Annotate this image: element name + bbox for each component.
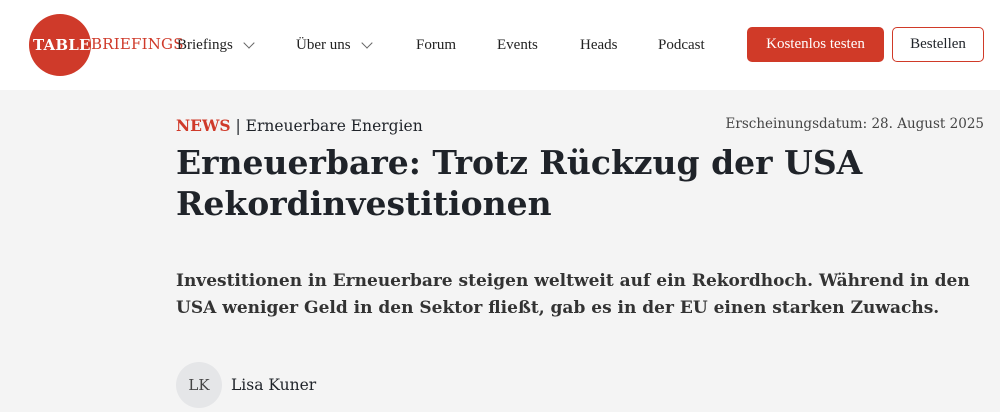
site-header: TABLE BRIEFINGS Briefings Über uns Forum… — [0, 0, 1000, 90]
nav-item-ueber-uns[interactable]: Über uns — [296, 33, 373, 57]
nav-item-label: Briefings — [177, 36, 233, 53]
nav-item-label: Heads — [580, 36, 618, 53]
category-separator: | — [230, 117, 246, 135]
publication-date: Erscheinungsdatum: 28. August 2025 — [725, 116, 984, 132]
article-category: NEWS | Erneuerbare Energien — [176, 116, 423, 135]
nav-item-events[interactable]: Events — [497, 33, 538, 57]
nav-item-label: Podcast — [658, 36, 705, 53]
chevron-down-icon — [360, 37, 373, 49]
article-lead: Investitionen in Erneuerbare steigen wel… — [176, 271, 970, 318]
nav-item-briefings[interactable]: Briefings — [177, 33, 255, 57]
nav-item-forum[interactable]: Forum — [416, 33, 456, 57]
author-name[interactable]: Lisa Kuner — [231, 376, 316, 394]
author-byline[interactable]: LK Lisa Kuner — [176, 362, 316, 408]
nav-item-label: Forum — [416, 36, 457, 53]
nav-item-podcast[interactable]: Podcast — [658, 33, 705, 57]
nav-item-label: Über uns — [296, 36, 351, 53]
news-kicker[interactable]: NEWS — [176, 116, 231, 135]
nav-item-label: Events — [497, 36, 538, 53]
nav-item-heads[interactable]: Heads — [580, 33, 618, 57]
table-briefings-logo[interactable]: TABLE — [29, 14, 91, 76]
order-button[interactable]: Bestellen — [892, 27, 984, 62]
free-trial-button[interactable]: Kostenlos testen — [747, 27, 884, 62]
category-link[interactable]: Erneuerbare Energien — [246, 117, 423, 135]
logo-briefings-text: BRIEFINGS — [91, 35, 184, 53]
logo-circle: TABLE — [29, 14, 91, 76]
logo-table-text: TABLE — [33, 36, 91, 54]
chevron-down-icon — [243, 37, 255, 49]
article-title: Erneuerbare: Trotz Rückzug der USA Rekor… — [176, 143, 863, 223]
author-avatar: LK — [176, 362, 222, 408]
